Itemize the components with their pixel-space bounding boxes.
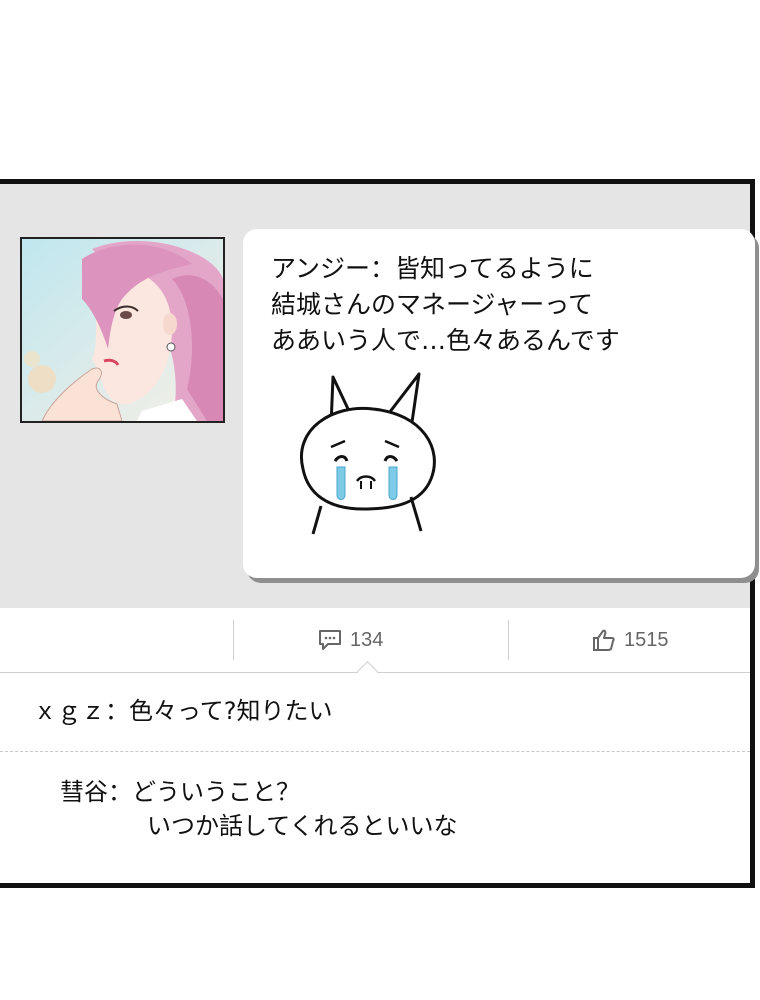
- comments-caret: [356, 660, 379, 683]
- comment-icon: [319, 630, 341, 650]
- stats-divider: [233, 620, 234, 660]
- author-avatar[interactable]: [20, 237, 225, 423]
- comment-item: 彗谷：どういうこと？ いつか話してくれるといいな: [60, 775, 458, 843]
- comic-panel: アンジー：皆知ってるように 結城さんのマネージャーって ああいう人で…色々あるん…: [0, 179, 755, 888]
- comments-button[interactable]: 134: [318, 626, 383, 654]
- post-area: アンジー：皆知ってるように 結城さんのマネージャーって ああいう人で…色々あるん…: [0, 184, 755, 608]
- crying-cat-sticker: [300, 372, 436, 535]
- comment-line: いつか話してくれるといいな: [147, 812, 458, 840]
- likes-count: 1515: [624, 628, 669, 651]
- comment-line: 彗谷：どういうこと？: [60, 778, 300, 806]
- thumbs-up-icon: [593, 629, 615, 651]
- comment-divider: [0, 751, 750, 752]
- like-button[interactable]: 1515: [592, 626, 669, 654]
- message-text: アンジー：皆知ってるように 結城さんのマネージャーって ああいう人で…色々あるん…: [271, 251, 620, 359]
- message-line: 結城さんのマネージャーって: [271, 290, 594, 319]
- comments-count: 134: [350, 628, 384, 651]
- message-line: アンジー：皆知ってるように: [271, 254, 594, 283]
- stats-divider: [508, 620, 509, 660]
- message-bubble: アンジー：皆知ってるように 結城さんのマネージャーって ああいう人で…色々あるん…: [243, 229, 755, 578]
- avatar-illustration: [22, 239, 223, 421]
- message-line: ああいう人で…色々あるんです: [271, 326, 620, 355]
- post-stats-bar: 134 1515: [0, 608, 750, 683]
- comment-item: ｘｇｚ：色々って?知りたい: [33, 697, 333, 725]
